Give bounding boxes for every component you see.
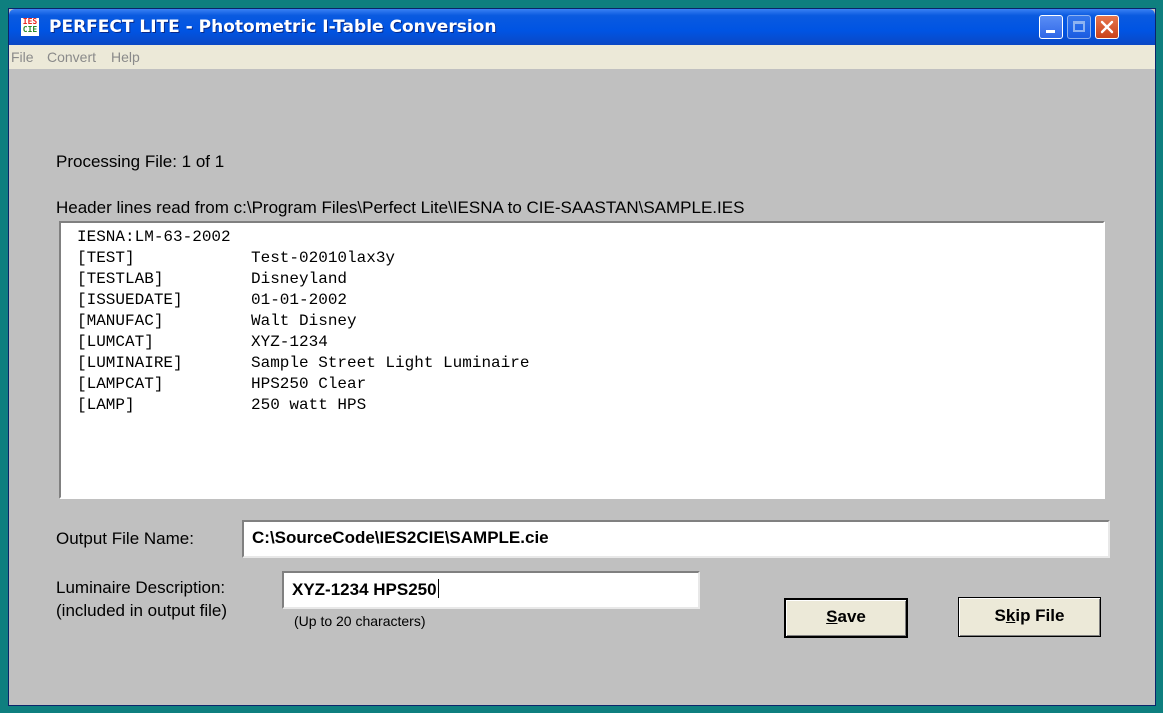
app-icon-bottom-text: CIE: [22, 25, 38, 34]
header-line: [LAMP] 250 watt HPS: [77, 395, 1103, 416]
app-window: IES CIE PERFECT LITE - Photometric I-Tab…: [8, 8, 1156, 706]
output-file-field[interactable]: C:\SourceCode\IES2CIE\SAMPLE.cie: [242, 520, 1110, 558]
save-button[interactable]: Save: [784, 598, 908, 638]
header-lines-box[interactable]: IESNA:LM-63-2002 [TEST] Test-02010lax3y [T…: [59, 221, 1105, 499]
close-button[interactable]: [1095, 15, 1119, 39]
skip-label-start: S: [994, 606, 1006, 625]
luminaire-description-label: Luminaire Description:: [56, 578, 226, 597]
window-title: PERFECT LITE - Photometric I-Table Conve…: [49, 17, 497, 37]
skip-file-button[interactable]: Skip File: [958, 597, 1101, 637]
header-line-value: Sample Street Light Luminaire: [251, 354, 530, 372]
header-lines-list: [TEST] Test-02010lax3y [TESTLAB] Disneyland…: [77, 248, 1103, 416]
skip-label-end: ip File: [1015, 606, 1065, 625]
header-line-value: Walt Disney: [251, 312, 357, 330]
menu-bar: File Convert Help: [9, 45, 1155, 69]
header-line-key: [LUMCAT]: [77, 333, 154, 351]
header-line-value: 250 watt HPS: [251, 396, 367, 414]
header-line-key: [LUMINAIRE]: [77, 354, 183, 372]
header-line: [LUMINAIRE] Sample Street Light Luminaire: [77, 353, 1103, 374]
character-limit-hint: (Up to 20 characters): [294, 613, 426, 629]
header-line: [TEST] Test-02010lax3y: [77, 248, 1103, 269]
header-line-value: Test-02010lax3y: [251, 249, 396, 267]
output-file-label: Output File Name:: [56, 529, 194, 548]
header-line-key: [LAMPCAT]: [77, 375, 164, 393]
header-line-key: [LAMP]: [77, 396, 135, 414]
header-line: [LAMPCAT] HPS250 Clear: [77, 374, 1103, 395]
maximize-button: [1067, 15, 1091, 39]
processing-status: Processing File: 1 of 1: [56, 152, 225, 171]
header-line: [ISSUEDATE] 01-01-2002: [77, 290, 1103, 311]
header-line-value: HPS250 Clear: [251, 375, 367, 393]
output-file-value: C:\SourceCode\IES2CIE\SAMPLE.cie: [252, 528, 549, 547]
header-line-key: [TEST]: [77, 249, 135, 267]
skip-mnemonic: k: [1005, 606, 1016, 625]
luminaire-description-field[interactable]: XYZ-1234 HPS250: [282, 571, 700, 609]
title-bar[interactable]: IES CIE PERFECT LITE - Photometric I-Tab…: [9, 9, 1155, 45]
minimize-button[interactable]: [1039, 15, 1063, 39]
header-line-value: XYZ-1234: [251, 333, 328, 351]
header-line-value: 01-01-2002: [251, 291, 348, 309]
save-mnemonic: S: [826, 607, 838, 626]
menu-convert[interactable]: Convert: [47, 49, 96, 65]
menu-file[interactable]: File: [11, 49, 34, 65]
header-line-key: [MANUFAC]: [77, 312, 164, 330]
header-line: [MANUFAC] Walt Disney: [77, 311, 1103, 332]
header-line-key: [ISSUEDATE]: [77, 291, 183, 309]
close-icon: [1100, 20, 1114, 34]
header-line-value: Disneyland: [251, 270, 348, 288]
ies-cie-app-icon[interactable]: IES CIE: [21, 18, 39, 36]
header-line: [LUMCAT] XYZ-1234: [77, 332, 1103, 353]
header-first-line: IESNA:LM-63-2002: [77, 228, 231, 246]
header-line-key: [TESTLAB]: [77, 270, 164, 288]
header-caption: Header lines read from c:\Program Files\…: [56, 198, 745, 217]
luminaire-description-sublabel: (included in output file): [56, 601, 228, 620]
header-line: [TESTLAB] Disneyland: [77, 269, 1103, 290]
menu-help[interactable]: Help: [111, 49, 140, 65]
save-label: ave: [837, 607, 866, 626]
luminaire-description-value: XYZ-1234 HPS250: [292, 580, 437, 599]
text-caret: [437, 579, 439, 598]
